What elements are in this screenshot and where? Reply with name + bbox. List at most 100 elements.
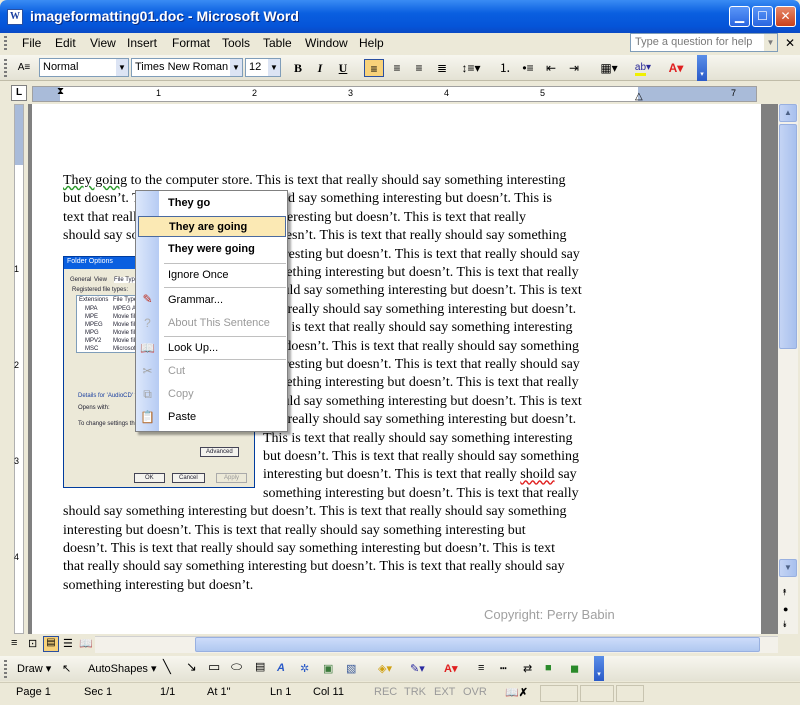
font-color-icon[interactable]: A▾	[662, 59, 690, 77]
copy-item[interactable]: Copy	[160, 384, 287, 405]
bold-button[interactable]: B	[288, 59, 308, 77]
menu-edit[interactable]: Edit	[55, 36, 76, 50]
toolbar-grip[interactable]	[4, 660, 7, 678]
normal-view-icon[interactable]: ≡	[11, 637, 17, 649]
font-combo[interactable]: Times New Roman ▼	[131, 58, 243, 77]
toolbar-options-icon[interactable]: ▾	[697, 55, 707, 81]
suggestion-they-are-going[interactable]: They are going	[138, 216, 286, 237]
spelling-status-icon[interactable]: 📖✗	[505, 686, 528, 699]
select-objects-icon[interactable]: ↖	[62, 662, 71, 675]
suggestion-they-were-going[interactable]: They were going	[160, 239, 287, 260]
horizontal-scroll-thumb[interactable]	[195, 637, 760, 652]
chevron-down-icon[interactable]: ▼	[764, 34, 777, 51]
line-icon[interactable]: ╲	[163, 659, 171, 675]
line-color-icon[interactable]: ✎▾	[410, 662, 425, 675]
underline-button[interactable]: U	[333, 59, 353, 77]
align-center-icon[interactable]: ≡	[387, 59, 407, 77]
select-browse-object-icon[interactable]: ●	[783, 604, 788, 614]
diagram-icon[interactable]: ✲	[300, 662, 309, 675]
wordart-icon[interactable]: A	[277, 662, 285, 674]
status-ext[interactable]: EXT	[434, 686, 455, 698]
previous-page-icon[interactable]: ⯭	[782, 587, 787, 598]
clip-art-icon[interactable]: ▣	[323, 662, 333, 675]
justify-icon[interactable]: ≣	[432, 59, 452, 77]
arrow-icon[interactable]: ↘	[186, 659, 197, 675]
paste-item[interactable]: Paste	[160, 407, 287, 428]
chevron-down-icon[interactable]: ▼	[230, 59, 242, 76]
print-layout-icon[interactable]: ▤	[43, 636, 59, 652]
line-style-icon[interactable]: ≡	[478, 662, 484, 674]
embedded-tab: View	[94, 277, 107, 283]
vertical-scroll-thumb[interactable]	[779, 124, 797, 349]
close-document-icon[interactable]: ✕	[785, 36, 795, 50]
next-page-icon[interactable]: ⯯	[782, 619, 787, 630]
ignore-once-item[interactable]: Ignore Once	[160, 265, 287, 286]
embedded-cell: MPE	[85, 314, 99, 320]
styles-pane-icon[interactable]: A≡	[12, 59, 36, 77]
menu-help[interactable]: Help	[359, 36, 384, 50]
font-size-combo[interactable]: 12 ▼	[245, 58, 281, 77]
italic-button[interactable]: I	[310, 59, 330, 77]
fill-color-icon[interactable]: ◈▾	[378, 662, 392, 675]
menu-view[interactable]: View	[90, 36, 116, 50]
dash-style-icon[interactable]: ┅	[500, 662, 507, 675]
close-button[interactable]: ✕	[775, 6, 796, 27]
shadow-style-icon[interactable]: ■	[545, 662, 552, 674]
menu-format[interactable]: Format	[172, 36, 210, 50]
tab-selector-button[interactable]: L	[11, 85, 27, 101]
align-left-icon[interactable]: ≡	[364, 59, 384, 77]
chevron-down-icon[interactable]: ▼	[268, 59, 280, 76]
oval-icon[interactable]: ⬭	[231, 659, 242, 675]
increase-indent-icon[interactable]: ⇥	[564, 59, 584, 77]
text-line-rest: to the computer store. This is text that…	[127, 173, 566, 188]
ask-question-box[interactable]: Type a question for help ▼	[630, 33, 778, 52]
picture-icon[interactable]: ▧	[346, 662, 356, 675]
line-spacing-icon[interactable]: ↕≡▾	[457, 59, 485, 77]
horizontal-ruler[interactable]: ⧗ 1 2 3 4 5 7 △	[32, 86, 757, 102]
minimize-button[interactable]: ▁	[729, 6, 750, 27]
maximize-button[interactable]: ☐	[752, 6, 773, 27]
scroll-up-icon[interactable]: ▲	[779, 104, 797, 122]
3d-style-icon[interactable]: ◼	[570, 662, 579, 675]
cut-item[interactable]: Cut	[160, 361, 287, 382]
draw-menu[interactable]: Draw ▾	[17, 662, 51, 675]
about-sentence-item[interactable]: About This Sentence	[160, 313, 287, 334]
menubar-grip[interactable]	[4, 36, 7, 51]
scroll-down-icon[interactable]: ▼	[779, 559, 797, 577]
menu-insert[interactable]: Insert	[127, 36, 157, 50]
status-rec[interactable]: REC	[374, 686, 397, 698]
toolbar-options-icon[interactable]: ▾	[594, 656, 604, 681]
indent-marker-icon[interactable]: ⧗	[57, 86, 64, 97]
menu-tools[interactable]: Tools	[222, 36, 250, 50]
lookup-item[interactable]: Look Up...	[160, 338, 287, 359]
outline-view-icon[interactable]: ☰	[63, 637, 73, 650]
autoshapes-menu[interactable]: AutoShapes ▾	[88, 662, 157, 675]
menu-window[interactable]: Window	[305, 36, 348, 50]
font-color-icon[interactable]: A▾	[444, 662, 457, 675]
vertical-scrollbar[interactable]: ▲ ▼ ⯭ ● ⯯	[778, 104, 798, 634]
numbering-icon[interactable]: ⒈	[495, 59, 515, 77]
suggestion-they-go[interactable]: They go	[160, 193, 287, 214]
borders-icon[interactable]: ▦▾	[595, 59, 623, 77]
status-ovr[interactable]: OVR	[463, 686, 487, 698]
chevron-down-icon[interactable]: ▼	[116, 59, 128, 76]
vertical-ruler[interactable]: 1 2 3 4	[9, 104, 28, 634]
grammar-item[interactable]: Grammar...	[160, 290, 287, 311]
menu-table[interactable]: Table	[263, 36, 292, 50]
align-right-icon[interactable]: ≡	[409, 59, 429, 77]
status-trk[interactable]: TRK	[404, 686, 426, 698]
style-value: Normal	[43, 61, 79, 73]
decrease-indent-icon[interactable]: ⇤	[541, 59, 561, 77]
web-layout-icon[interactable]: ⊡	[28, 637, 37, 650]
word-app-icon[interactable]: W	[7, 9, 23, 25]
text-box-icon[interactable]: ▤	[255, 660, 265, 673]
right-indent-marker-icon[interactable]: △	[635, 91, 643, 102]
reading-layout-icon[interactable]: 📖	[79, 637, 93, 650]
bullets-icon[interactable]: •≡	[518, 59, 538, 77]
style-combo[interactable]: Normal ▼	[39, 58, 129, 77]
menu-file[interactable]: File	[22, 36, 41, 50]
rectangle-icon[interactable]: ▭	[208, 659, 220, 675]
highlight-icon[interactable]: ab▾	[628, 59, 658, 77]
arrow-style-icon[interactable]: ⇄	[523, 662, 532, 675]
toolbar-grip[interactable]	[4, 59, 7, 77]
